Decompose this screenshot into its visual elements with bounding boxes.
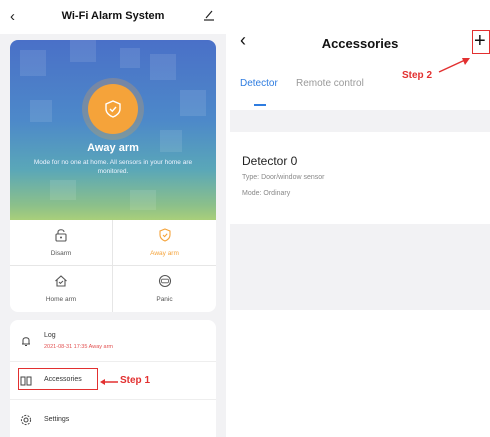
unlock-icon	[10, 228, 112, 242]
away-arm-status-icon	[88, 84, 138, 134]
away-arm-label: Away arm	[150, 250, 179, 257]
panic-button[interactable]: Panic	[113, 266, 216, 312]
detector-name: Detector 0	[242, 154, 298, 168]
log-last-entry: 2021-08-31 17:35 Away arm	[44, 344, 113, 350]
sos-icon	[113, 274, 216, 288]
settings-label: Settings	[44, 416, 70, 423]
alarm-home-screen: ‹ Wi-Fi Alarm System Away arm Mode for n…	[0, 0, 226, 437]
page-title: Accessories	[321, 36, 399, 51]
step2-arrow-icon	[438, 58, 470, 73]
away-arm-button[interactable]: Away arm	[113, 220, 216, 266]
top-bar: ‹ Accessories	[230, 0, 490, 64]
home-arm-label: Home arm	[45, 296, 77, 303]
active-tab-indicator	[254, 104, 266, 106]
menu-item-settings[interactable]: Settings	[10, 400, 216, 437]
mode-hero-panel: Away arm Mode for no one at home. All se…	[10, 40, 216, 220]
tab-remote-control[interactable]: Remote control	[296, 78, 364, 89]
disarm-button[interactable]: Disarm	[10, 220, 113, 266]
top-bar: ‹ Wi-Fi Alarm System	[0, 0, 226, 34]
tab-detector[interactable]: Detector	[240, 78, 278, 89]
step1-arrow-icon	[100, 379, 118, 385]
edit-icon[interactable]	[202, 8, 216, 22]
page-title: Wi-Fi Alarm System	[61, 10, 165, 22]
disarm-label: Disarm	[50, 250, 72, 257]
shield-icon	[113, 228, 216, 242]
log-label: Log	[44, 332, 56, 339]
divider	[230, 110, 490, 132]
detector-mode: Mode: Ordinary	[242, 190, 291, 197]
step2-highlight-box	[472, 30, 490, 54]
panic-label: Panic	[156, 296, 173, 303]
gear-icon	[20, 414, 32, 426]
detector-list-item[interactable]: Detector 0 Type: Door/window sensor Mode…	[230, 132, 490, 224]
accessories-screen: ‹ Accessories + Step 2 Detector Remote c…	[230, 0, 490, 437]
step1-annotation: Step 1	[120, 375, 151, 386]
current-mode-description: Mode for no one at home. All sensors in …	[33, 159, 193, 175]
bell-icon	[22, 337, 30, 346]
detector-type: Type: Door/window sensor	[242, 174, 325, 181]
mode-selector: Disarm Away arm Home arm Panic	[10, 220, 216, 312]
home-arm-button[interactable]: Home arm	[10, 266, 113, 312]
home-icon	[10, 274, 112, 288]
menu-item-log[interactable]: Log 2021-08-31 17:35 Away arm	[10, 320, 216, 362]
accessory-tabs: Detector Remote control	[230, 76, 490, 100]
empty-area	[230, 224, 490, 310]
current-mode-title: Away arm	[87, 142, 139, 154]
step1-highlight-box	[18, 368, 98, 390]
